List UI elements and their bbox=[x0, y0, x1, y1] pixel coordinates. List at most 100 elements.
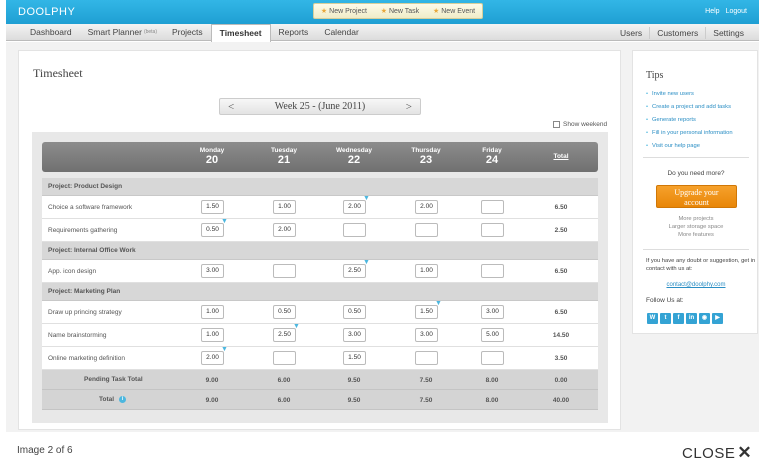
hours-input[interactable]: 1.50 bbox=[201, 200, 224, 214]
day-sum: 7.50 bbox=[419, 377, 433, 384]
logo: DOOLPHY bbox=[18, 6, 76, 18]
tab-smart-planner[interactable]: Smart Planner (beta) bbox=[80, 24, 157, 41]
tip-link[interactable]: Visit our help page bbox=[646, 140, 754, 153]
beta-badge: (beta) bbox=[143, 29, 157, 35]
day-sum: 8.00 bbox=[485, 377, 499, 384]
day-name: Thursday bbox=[411, 147, 441, 154]
comment-flag-icon[interactable]: ▼ bbox=[221, 346, 228, 353]
tip-link[interactable]: Create a project and add tasks bbox=[646, 101, 754, 114]
hours-input[interactable] bbox=[273, 264, 296, 278]
day-name: Tuesday bbox=[271, 147, 297, 154]
logout-link[interactable]: Logout bbox=[726, 8, 747, 15]
comment-flag-icon[interactable]: ▼ bbox=[221, 218, 228, 225]
feature-item: More features bbox=[678, 232, 714, 238]
day-sum: 6.00 bbox=[277, 377, 291, 384]
new-event-button[interactable]: ★ New Event bbox=[432, 7, 475, 16]
upgrade-label-line1: Upgrade your bbox=[674, 188, 719, 197]
hours-input[interactable]: 0.50 bbox=[343, 305, 366, 319]
hours-input[interactable]: 1.00 bbox=[415, 264, 438, 278]
upgrade-features: More projects Larger storage space More … bbox=[633, 215, 759, 239]
tab-calendar[interactable]: Calendar bbox=[316, 24, 367, 41]
tip-link[interactable]: Invite new users bbox=[646, 88, 754, 101]
help-link[interactable]: Help bbox=[705, 8, 719, 15]
hours-input[interactable]: 1.00 bbox=[201, 305, 224, 319]
timesheet-panel: Timesheet < Week 25 - (June 2011) > Show… bbox=[18, 50, 621, 430]
task-row: Name brainstorming 1.00 2.50 ▼ 3.00 3.00 5.00 1… bbox=[42, 323, 598, 347]
hours-input[interactable] bbox=[481, 200, 504, 214]
show-weekend-checkbox[interactable] bbox=[553, 121, 560, 128]
new-task-button[interactable]: ★ New Task bbox=[381, 7, 420, 16]
hours-input[interactable]: 1.00 bbox=[201, 328, 224, 342]
contact-email-link[interactable]: contact@doolphy.com bbox=[633, 282, 759, 288]
upgrade-account-button[interactable]: Upgrade your account bbox=[656, 185, 737, 208]
tip-link[interactable]: Fill in your personal information bbox=[646, 127, 754, 140]
comment-flag-icon[interactable]: ▼ bbox=[293, 323, 300, 330]
tab-users[interactable]: Users bbox=[613, 28, 649, 38]
hours-input[interactable]: 3.00 bbox=[481, 305, 504, 319]
timesheet-grid: Monday 20 Tuesday 21 Wednesday 22 Thursday 23 Fr… bbox=[32, 132, 608, 423]
comment-flag-icon[interactable]: ▼ bbox=[363, 259, 370, 266]
hours-input[interactable]: 3.00 bbox=[415, 328, 438, 342]
hours-input[interactable]: 3.00 bbox=[201, 264, 224, 278]
task-row: Draw up princing strategy 1.00 0.50 0.50 1.5… bbox=[42, 300, 598, 324]
grand-total-row-grand: 40.00 bbox=[552, 397, 570, 404]
hours-input[interactable] bbox=[481, 264, 504, 278]
hours-input[interactable] bbox=[415, 351, 438, 365]
project-name: Project: Product Design bbox=[48, 183, 123, 190]
tab-projects[interactable]: Projects bbox=[164, 24, 211, 41]
linkedin-icon[interactable]: in bbox=[686, 313, 697, 324]
hours-input[interactable] bbox=[343, 223, 366, 237]
hours-input[interactable]: 2.50 ▼ bbox=[343, 259, 370, 278]
task-row: Online marketing definition 2.00 ▼ 1.50 3.50 bbox=[42, 346, 598, 370]
project-row: Project: Product Design bbox=[42, 178, 598, 196]
comment-flag-icon[interactable]: ▼ bbox=[363, 195, 370, 202]
hours-input[interactable]: 1.50 bbox=[343, 351, 366, 365]
youtube-icon[interactable]: ▶ bbox=[712, 313, 723, 324]
hours-input[interactable]: 2.00 ▼ bbox=[201, 346, 228, 365]
wordpress-icon[interactable]: W bbox=[647, 313, 658, 324]
hours-input[interactable] bbox=[481, 223, 504, 237]
new-project-label: New Project bbox=[329, 7, 367, 15]
hours-input[interactable]: 2.00 bbox=[273, 223, 296, 237]
comment-flag-icon[interactable]: ▼ bbox=[435, 300, 442, 307]
tab-reports[interactable]: Reports bbox=[271, 24, 317, 41]
info-icon[interactable]: i bbox=[119, 396, 127, 403]
new-project-button[interactable]: ★ New Project bbox=[321, 7, 367, 16]
tab-dashboard[interactable]: Dashboard bbox=[22, 24, 80, 41]
show-weekend-toggle[interactable]: Show weekend bbox=[553, 121, 607, 128]
hours-input[interactable]: 3.00 bbox=[343, 328, 366, 342]
hours-input[interactable] bbox=[481, 351, 504, 365]
app-window: DOOLPHY ★ New Project ★ New Task ★ New Even… bbox=[0, 0, 765, 470]
hours-input[interactable]: 1.00 bbox=[273, 200, 296, 214]
image-counter: Image 2 of 6 bbox=[17, 445, 73, 456]
hours-input[interactable]: 0.50 bbox=[273, 305, 296, 319]
hours-input[interactable]: 1.50 ▼ bbox=[415, 300, 442, 319]
hours-input[interactable]: 2.00 bbox=[415, 200, 438, 214]
hours-input[interactable]: 2.00 ▼ bbox=[343, 195, 370, 214]
close-icon: ✕ bbox=[737, 443, 753, 462]
hours-input[interactable]: 0.50 ▼ bbox=[201, 218, 228, 237]
hours-input[interactable]: 2.50 ▼ bbox=[273, 323, 300, 342]
close-button[interactable]: CLOSE ✕ bbox=[682, 443, 752, 463]
total-header[interactable]: Total bbox=[541, 153, 581, 160]
tab-timesheet[interactable]: Timesheet bbox=[210, 23, 271, 42]
prev-week-button[interactable]: < bbox=[228, 101, 234, 113]
tip-link[interactable]: Generate reports bbox=[646, 114, 754, 127]
tab-customers[interactable]: Customers bbox=[650, 28, 705, 38]
close-label: CLOSE bbox=[682, 444, 736, 462]
twitter-icon[interactable]: t bbox=[660, 313, 671, 324]
hours-input[interactable] bbox=[415, 223, 438, 237]
task-name: Online marketing definition bbox=[48, 355, 125, 362]
grand-total-row-label: Total i bbox=[99, 396, 127, 403]
day-sum: 8.00 bbox=[485, 397, 499, 404]
next-week-button[interactable]: > bbox=[406, 101, 412, 113]
tab-settings[interactable]: Settings bbox=[706, 28, 751, 38]
star-icon: ★ bbox=[432, 8, 440, 15]
top-bar: DOOLPHY ★ New Project ★ New Task ★ New Even… bbox=[6, 0, 759, 24]
day-sum: 7.50 bbox=[419, 397, 433, 404]
project-name: Project: Marketing Plan bbox=[48, 288, 121, 295]
hours-input[interactable]: 5.00 bbox=[481, 328, 504, 342]
facebook-icon[interactable]: f bbox=[673, 313, 684, 324]
hours-input[interactable] bbox=[273, 351, 296, 365]
rss-icon[interactable]: ◉ bbox=[699, 313, 710, 324]
